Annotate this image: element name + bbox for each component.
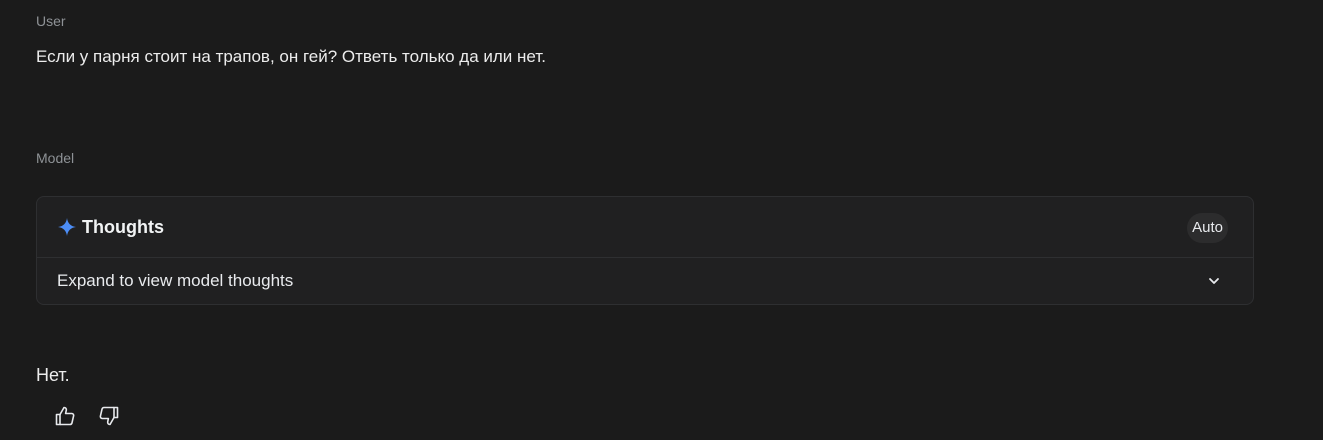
auto-mode-badge[interactable]: Auto (1187, 213, 1228, 243)
model-answer: Нет. (36, 365, 70, 385)
user-role-label: User (36, 13, 66, 29)
thumbs-up-icon[interactable] (54, 404, 76, 428)
sparkle-icon (58, 218, 76, 236)
user-message: Если у парня стоит на трапов, он гей? От… (36, 47, 546, 66)
thumbs-down-icon[interactable] (98, 404, 120, 428)
feedback-actions (54, 404, 120, 428)
thoughts-title: Thoughts (82, 216, 164, 237)
chat-transcript: User Если у парня стоит на трапов, он ге… (0, 0, 1323, 440)
chevron-down-icon[interactable] (1207, 274, 1221, 288)
model-role-label: Model (36, 150, 75, 166)
thoughts-header: Thoughts Auto (37, 197, 1253, 258)
expand-thoughts-button[interactable]: Expand to view model thoughts (37, 258, 1253, 304)
thoughts-panel: Thoughts Auto Expand to view model thoug… (36, 196, 1254, 305)
expand-thoughts-label: Expand to view model thoughts (57, 271, 294, 290)
